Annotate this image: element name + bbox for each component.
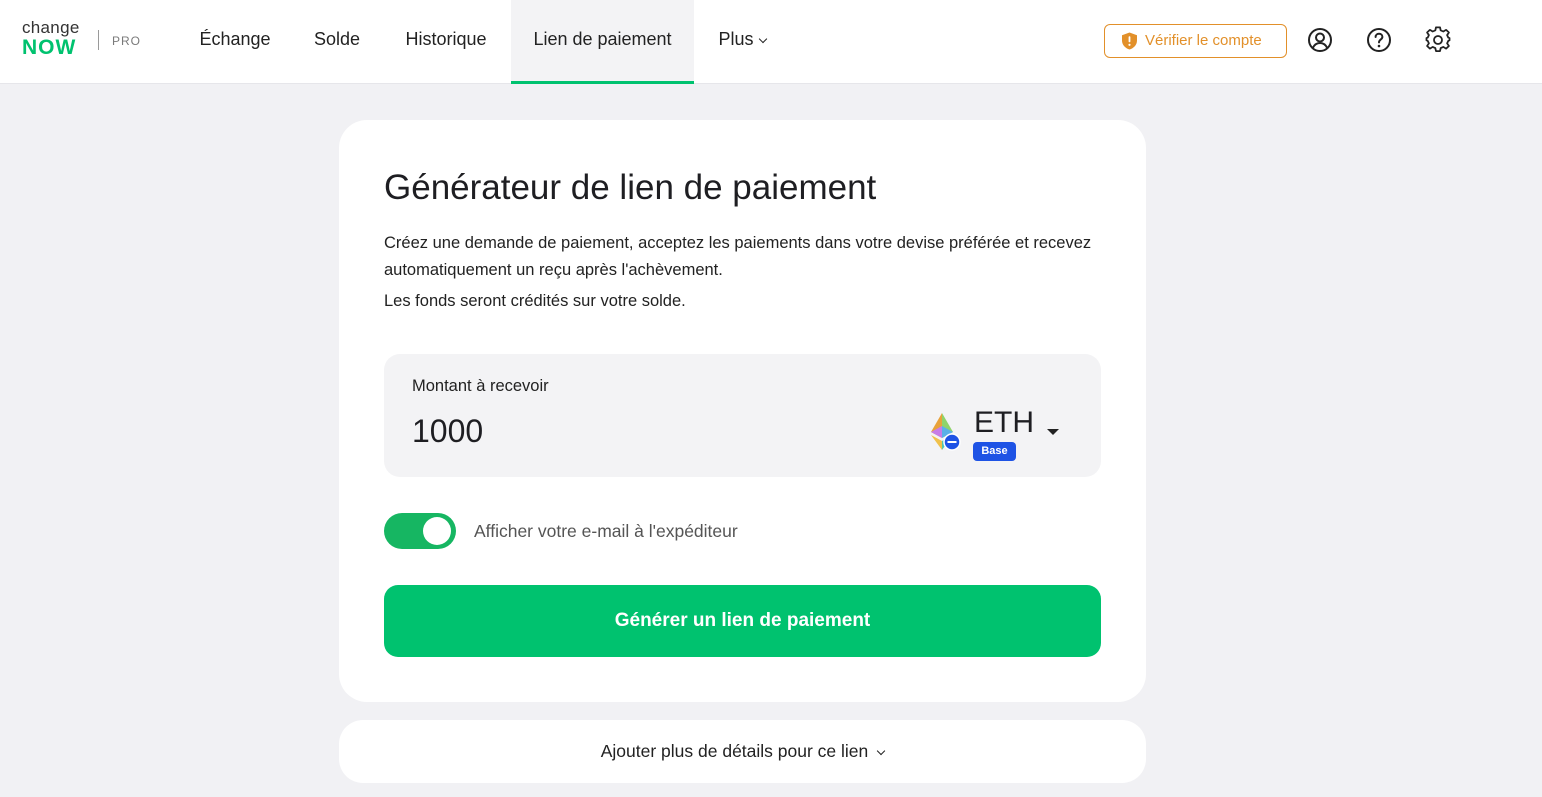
amount-input[interactable] [412, 411, 792, 451]
add-details-label: Ajouter plus de détails pour ce lien [600, 741, 869, 761]
logo-divider [98, 30, 99, 50]
page-title: Générateur de lien de paiement [384, 168, 877, 207]
nav-item-historique[interactable]: Historique [390, 0, 502, 84]
show-email-toggle[interactable] [384, 513, 456, 549]
nav-item-echange[interactable]: Échange [186, 0, 284, 84]
settings-icon[interactable] [1424, 26, 1452, 54]
logo-now-text: NOW [22, 36, 77, 59]
shield-warning-icon [1122, 32, 1137, 50]
show-email-toggle-label: Afficher votre e-mail à l'expéditeur [474, 521, 738, 541]
caret-down-icon [1047, 429, 1059, 435]
nav-item-plus[interactable]: Plus [706, 0, 778, 84]
currency-selector[interactable]: ETH Base [928, 406, 1068, 462]
nav-item-label: Échange [199, 29, 271, 49]
nav-item-lien-de-paiement[interactable]: Lien de paiement [511, 0, 694, 84]
card-note: Les fonds seront crédités sur votre sold… [384, 292, 686, 310]
top-navigation-bar: change NOW PRO Échange Solde Historique … [0, 0, 1542, 84]
nav-item-label: Solde [313, 29, 361, 49]
toggle-knob [423, 517, 451, 545]
profile-icon[interactable] [1306, 26, 1334, 54]
currency-ticker: ETH [974, 406, 1034, 439]
network-badge: Base [973, 442, 1016, 461]
add-details-row: Ajouter plus de détails pour ce lien [339, 720, 1146, 782]
eth-base-icon [931, 413, 961, 451]
nav-item-label: Historique [405, 29, 487, 49]
logo-pro-text: PRO [112, 34, 142, 48]
amount-input-box: Montant à recevoir ETH Base [384, 354, 1101, 477]
card-description: Créez une demande de paiement, acceptez … [384, 234, 1092, 279]
logo-change-text: change [22, 18, 80, 37]
verify-account-button[interactable]: Vérifier le compte [1104, 24, 1287, 58]
generate-payment-link-button[interactable]: Générer un lien de paiement [384, 585, 1101, 657]
nav-item-solde[interactable]: Solde [298, 0, 376, 84]
verify-account-label: Vérifier le compte [1145, 32, 1262, 49]
payment-link-generator-card: Générateur de lien de paiement Créez une… [339, 120, 1146, 702]
help-icon[interactable] [1365, 26, 1393, 54]
chevron-down-icon [758, 34, 767, 44]
changenow-pro-logo[interactable]: change NOW PRO [22, 18, 142, 62]
nav-item-label: Plus [718, 29, 754, 49]
chevron-down-icon [877, 746, 886, 756]
nav-item-label: Lien de paiement [533, 29, 672, 49]
add-details-expander[interactable]: Ajouter plus de détails pour ce lien [339, 720, 1146, 783]
amount-label: Montant à recevoir [412, 377, 549, 395]
